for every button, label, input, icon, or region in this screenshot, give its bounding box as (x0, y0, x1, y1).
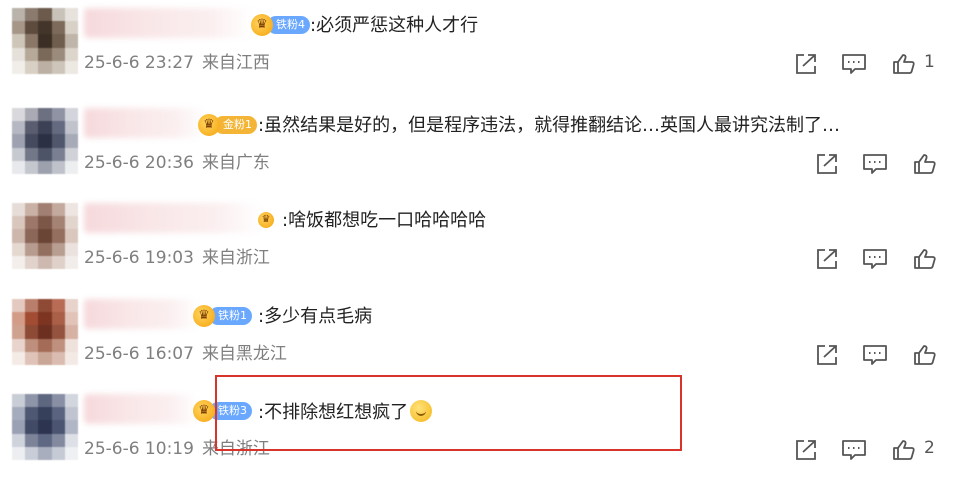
share-icon[interactable] (813, 245, 841, 273)
comment-text: :啥饭都想吃一口哈哈哈哈 (282, 210, 487, 231)
comment-icon[interactable] (861, 245, 889, 273)
comment-item: ♛ 铁粉1 :多少有点毛病 25-6-6 16:07 来自黑龙江 (0, 291, 960, 386)
comment-text: :必须严惩这种人才行 (310, 15, 479, 36)
fan-badge: ♛ 铁粉4 (251, 14, 310, 36)
comment-meta: 25-6-6 20:36 来自广东 (84, 151, 270, 175)
thumbs-up-icon[interactable] (890, 436, 918, 464)
thumbs-up-icon[interactable] (911, 150, 939, 178)
comment-time: 25-6-6 10:19 (84, 439, 194, 459)
comment-item: ♛ :啥饭都想吃一口哈哈哈哈 25-6-6 19:03 来自浙江 (0, 195, 960, 290)
avatar[interactable] (12, 299, 78, 365)
username-blurred[interactable] (84, 394, 199, 424)
comment-meta: 25-6-6 19:03 来自浙江 (84, 246, 270, 270)
share-icon[interactable] (792, 50, 820, 78)
comment-location: 来自江西 (201, 53, 270, 73)
comment-location: 来自广东 (201, 153, 270, 173)
like-count: 2 (924, 438, 935, 458)
avatar[interactable] (12, 203, 78, 269)
username-blurred[interactable] (84, 299, 199, 329)
comment-icon[interactable] (840, 50, 868, 78)
like-count: 1 (924, 52, 935, 72)
comment-time: 25-6-6 20:36 (84, 153, 194, 173)
crown-icon: ♛ (198, 114, 220, 136)
comment-time: 25-6-6 23:27 (84, 53, 194, 73)
avatar[interactable] (12, 394, 78, 460)
crown-icon: ♛ (193, 305, 215, 327)
comment-meta: 25-6-6 23:27 来自江西 (84, 51, 270, 75)
username-blurred[interactable] (84, 8, 254, 38)
comment-time: 25-6-6 16:07 (84, 344, 194, 364)
avatar[interactable] (12, 108, 78, 174)
fan-badge: ♛ 铁粉1 (193, 305, 252, 327)
comment-item: ♛ 铁粉4 :必须严惩这种人才行 25-6-6 23:27 来自江西 1 (0, 0, 960, 95)
comment-meta: 25-6-6 16:07 来自黑龙江 (84, 342, 287, 366)
comment-icon[interactable] (840, 436, 868, 464)
highlight-box (215, 375, 682, 451)
username-blurred[interactable] (84, 203, 262, 233)
avatar[interactable] (12, 8, 78, 74)
comment-text: :多少有点毛病 (258, 306, 373, 327)
comment-text: :虽然结果是好的，但是程序违法，就得推翻结论…英国人最讲究法制了… (258, 115, 841, 136)
comment-icon[interactable] (861, 150, 889, 178)
fan-badge: ♛ 金粉1 (198, 114, 257, 136)
comment-location: 来自黑龙江 (201, 344, 287, 364)
share-icon[interactable] (813, 150, 841, 178)
crown-icon: ♛ (251, 14, 273, 36)
crown-icon: ♛ (258, 212, 274, 228)
comment-location: 来自浙江 (201, 248, 270, 268)
username-blurred[interactable] (84, 108, 206, 138)
comment-icon[interactable] (861, 341, 889, 369)
thumbs-up-icon[interactable] (911, 341, 939, 369)
thumbs-up-icon[interactable] (890, 50, 918, 78)
share-icon[interactable] (813, 341, 841, 369)
fan-badge: ♛ (258, 209, 274, 231)
crown-icon: ♛ (193, 400, 215, 422)
comment-item: ♛ 金粉1 :虽然结果是好的，但是程序违法，就得推翻结论…英国人最讲究法制了… … (0, 100, 960, 195)
thumbs-up-icon[interactable] (911, 245, 939, 273)
comment-time: 25-6-6 19:03 (84, 248, 194, 268)
share-icon[interactable] (792, 436, 820, 464)
